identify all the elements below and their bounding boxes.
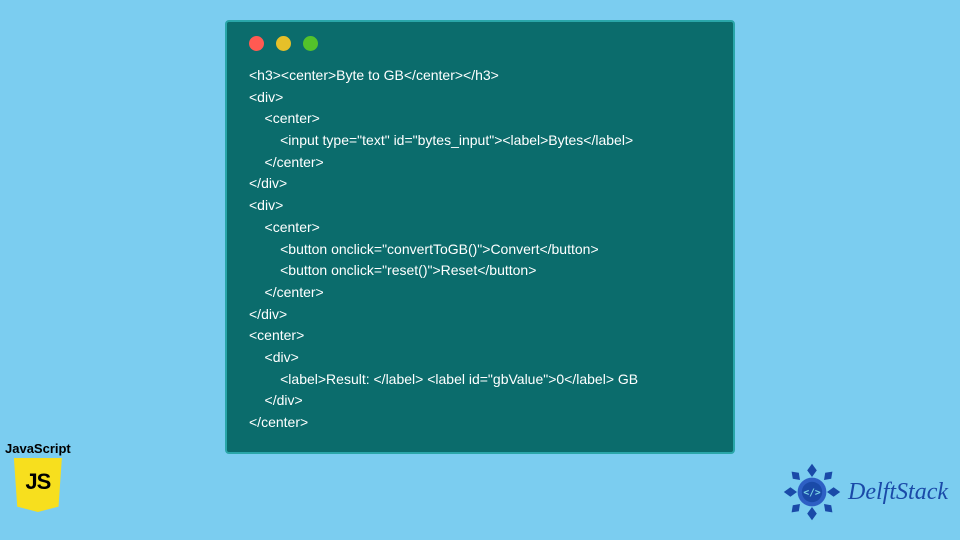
javascript-label: JavaScript [5,441,71,456]
maximize-icon [303,36,318,51]
close-icon [249,36,264,51]
svg-text:</>: </> [803,488,821,499]
minimize-icon [276,36,291,51]
code-panel: <h3><center>Byte to GB</center></h3> <di… [225,20,735,454]
javascript-badge: JavaScript [5,441,71,512]
javascript-shield-icon [14,458,62,512]
delftstack-name: DelftStack [848,479,948,506]
delftstack-logo-icon: </> [782,462,842,522]
window-controls [249,36,717,51]
code-block: <h3><center>Byte to GB</center></h3> <di… [243,65,717,434]
delftstack-brand: </> DelftStack [782,462,948,522]
